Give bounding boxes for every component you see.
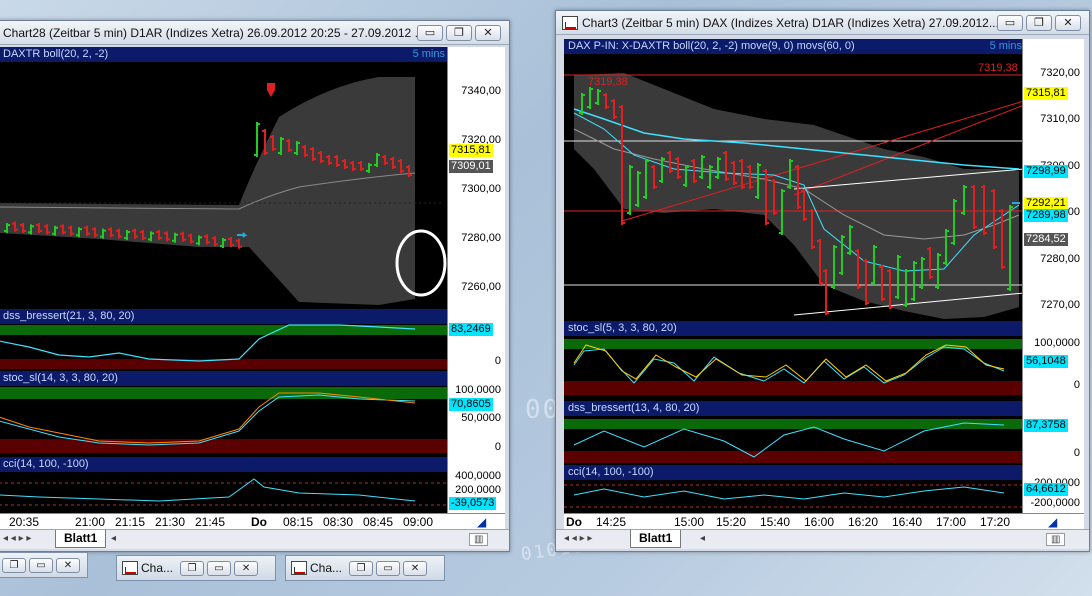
- chart-app-icon: [291, 561, 307, 575]
- chart-area[interactable]: DAXTR boll(20, 2, -2)5 mins 7340,00 7320…: [0, 47, 505, 531]
- top-value-label-right: 7319,38: [978, 62, 1018, 74]
- band-price-tag: 7309,01: [449, 160, 493, 173]
- scroll-box[interactable]: ▥: [469, 533, 488, 546]
- draw-tool-icon[interactable]: ◢: [477, 515, 486, 529]
- close-button[interactable]: ✕: [56, 558, 80, 573]
- scroll-box[interactable]: ▥: [1046, 533, 1065, 546]
- top-value-label: 7319,38: [588, 76, 628, 88]
- stoch-pane[interactable]: stoc_sl(14, 3, 3, 80, 20) 100,0000 70,86…: [0, 371, 505, 457]
- close-button[interactable]: ✕: [475, 25, 501, 41]
- sheet-bar: ◂ ◂ ▸ ▸ Blatt1 ◂ ▥: [0, 529, 509, 549]
- minimize-button[interactable]: ▭: [417, 25, 443, 41]
- chart-app-icon: [122, 561, 138, 575]
- scroll-left-icon[interactable]: ◂: [111, 533, 116, 544]
- scroll-left-icon[interactable]: ◂: [700, 533, 705, 544]
- restore-button[interactable]: ❐: [2, 558, 26, 573]
- minimize-button[interactable]: ▭: [29, 558, 53, 573]
- chart28-titlebar[interactable]: Chart28 (Zeitbar 5 min) D1AR (Indizes Xe…: [0, 21, 509, 45]
- price-plot[interactable]: [0, 47, 447, 309]
- chart-area[interactable]: DAX P-IN: X-DAXTR boll(20, 2, -2) move(9…: [564, 39, 1084, 531]
- minimized-chart-window[interactable]: Cha... ❐ ▭ ✕: [285, 555, 445, 581]
- minimize-button[interactable]: ▭: [376, 561, 400, 576]
- draw-tool-icon[interactable]: ◢: [1048, 515, 1057, 529]
- window-title: Chart28 (Zeitbar 5 min) D1AR (Indizes Xe…: [0, 26, 417, 40]
- chart-app-icon: [562, 16, 578, 30]
- sheet-nav-icon[interactable]: ◂ ◂ ▸ ▸: [564, 533, 592, 544]
- dss-pane[interactable]: dss_bressert(13, 4, 80, 20) 87,3758 0: [564, 401, 1084, 465]
- minimize-button[interactable]: ▭: [207, 561, 231, 576]
- sheet-tab[interactable]: Blatt1: [55, 530, 106, 548]
- cci-pane[interactable]: cci(14, 100, -100) 200,0000 64,6612 -200…: [564, 465, 1084, 513]
- sheet-tab[interactable]: Blatt1: [630, 530, 681, 548]
- chart3-window[interactable]: Chart3 (Zeitbar 5 min) DAX (Indizes Xetr…: [555, 10, 1090, 552]
- price-pane[interactable]: DAX P-IN: X-DAXTR boll(20, 2, -2) move(9…: [564, 39, 1084, 321]
- chart28-window[interactable]: Chart28 (Zeitbar 5 min) D1AR (Indizes Xe…: [0, 20, 510, 552]
- close-button[interactable]: ✕: [403, 561, 427, 576]
- restore-button[interactable]: ❐: [1026, 15, 1052, 31]
- last-price-tag: 7315,81: [449, 144, 493, 157]
- restore-button[interactable]: ❐: [180, 561, 204, 576]
- price-pane[interactable]: DAXTR boll(20, 2, -2)5 mins 7340,00 7320…: [0, 47, 505, 309]
- price-plot[interactable]: 7319,38 7319,38: [564, 39, 1024, 321]
- restore-button[interactable]: ❐: [349, 561, 373, 576]
- ohlc-bar: [254, 122, 260, 157]
- stoch-pane[interactable]: stoc_sl(5, 3, 3, 80, 20) 100,0000 56,104…: [564, 321, 1084, 401]
- price-axis: 7340,00 7320,00 7300,00 7280,00 7260,00 …: [447, 47, 505, 309]
- close-button[interactable]: ✕: [1055, 15, 1081, 31]
- minimize-button[interactable]: ▭: [997, 15, 1023, 31]
- sheet-bar: ◂ ◂ ▸ ▸ Blatt1 ◂ ▥: [556, 529, 1089, 549]
- close-button[interactable]: ✕: [234, 561, 258, 576]
- dss-pane[interactable]: dss_bressert(21, 3, 80, 20) 83,2469 0: [0, 309, 505, 371]
- restore-button[interactable]: ❐: [446, 25, 472, 41]
- cci-pane[interactable]: cci(14, 100, -100) 400,0000 200,0000 -39…: [0, 457, 505, 513]
- price-axis: 7320,00 7310,00 7300,00 7290,00 7280,00 …: [1022, 39, 1084, 321]
- chart3-titlebar[interactable]: Chart3 (Zeitbar 5 min) DAX (Indizes Xetr…: [556, 11, 1089, 35]
- sheet-nav-icon[interactable]: ◂ ◂ ▸ ▸: [3, 533, 31, 544]
- minimized-left-window[interactable]: ❐ ▭ ✕: [0, 552, 88, 578]
- minimized-chart-window[interactable]: Cha... ❐ ▭ ✕: [116, 555, 276, 581]
- window-title: Chart3 (Zeitbar 5 min) DAX (Indizes Xetr…: [578, 16, 997, 30]
